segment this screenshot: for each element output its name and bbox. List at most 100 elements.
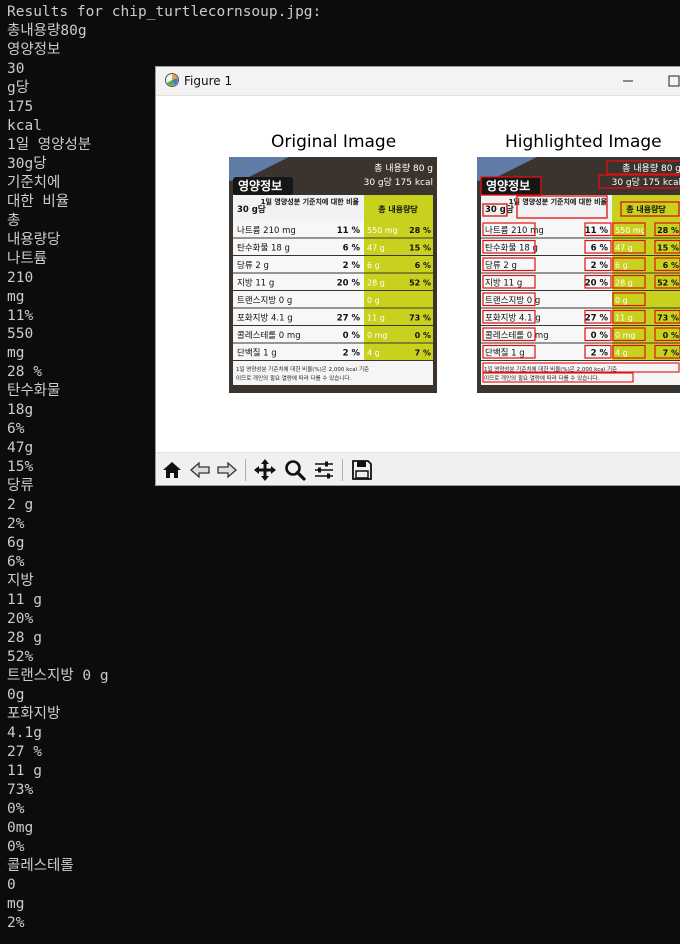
terminal-line: 6g [7, 535, 25, 552]
label-row-name: 탄수화물 18 g [485, 243, 538, 254]
terminal-line: 52% [7, 648, 34, 665]
label-row-total: 11 g [615, 314, 633, 323]
minimize-button[interactable] [608, 67, 648, 95]
label-row-name: 지방 11 g [485, 278, 522, 289]
zoom-icon[interactable] [282, 457, 308, 483]
label-row-tpct: 7 % [663, 349, 679, 358]
terminal-line: 총내용량80g [7, 22, 87, 39]
terminal-line: 내용량당 [7, 231, 61, 248]
terminal-line: Results for chip_turtlecornsoup.jpg: [7, 4, 322, 20]
save-icon[interactable] [349, 457, 375, 483]
label-col-daily: 1일 영양성분 기준치에 대한 비율 [509, 197, 608, 206]
label-row-total: 4 g [615, 349, 628, 358]
terminal-line: 47g [7, 440, 34, 457]
terminal-line: g당 [7, 79, 30, 96]
label-row-tpct: 0 % [663, 331, 679, 340]
terminal-line: 20% [7, 611, 34, 628]
subplot-title-highlighted: Highlighted Image [505, 132, 662, 152]
pan-icon[interactable] [252, 457, 278, 483]
terminal-line: 2% [7, 516, 25, 533]
label-total: 총 내용량 80 g [374, 162, 433, 174]
label-header: 영양정보 [238, 178, 282, 193]
label-row-pct: 20 % [585, 279, 609, 289]
terminal-line: 당류 [7, 478, 34, 495]
label-row-total: 6 g [367, 261, 380, 270]
label-row-pct: 11 % [337, 226, 361, 236]
terminal-line: 0% [7, 800, 25, 817]
toolbar-separator [342, 459, 343, 481]
configure-icon[interactable] [311, 457, 337, 483]
terminal-line: 15% [7, 459, 34, 476]
terminal-line: 30 [7, 60, 25, 77]
terminal-line: 28 g [7, 630, 42, 646]
terminal-line: 4.1g [7, 724, 42, 741]
terminal-line: 11% [7, 307, 34, 324]
original-image: 영양정보 총 내용량 80 g 30 g당 175 kcal 30 g당 1일 영양성분… [229, 157, 437, 393]
label-row-name: 단백질 1 g [485, 348, 525, 359]
label-row-name: 단백질 1 g [237, 348, 277, 359]
terminal-line: 대한 비율 [7, 193, 70, 210]
label-row-tpct: 52 % [657, 279, 679, 288]
label-header: 영양정보 [486, 178, 530, 193]
figure-canvas[interactable]: Original Image Highlighted Image 영양정보 총 내… [156, 96, 680, 452]
label-row-pct: 20 % [337, 279, 361, 289]
terminal-line: 6% [7, 421, 25, 438]
label-col-total: 총 내용량당 [378, 204, 418, 214]
label-row-pct: 2 % [591, 349, 609, 359]
label-row-pct: 0 % [591, 331, 609, 341]
terminal-line: mg [7, 895, 25, 912]
label-row-pct: 27 % [585, 314, 609, 324]
label-row-total: 11 g [367, 314, 385, 323]
terminal-line: 0g [7, 686, 25, 703]
label-footer-2: 이므로 개인의 필요 열량에 따라 다를 수 있습니다. [484, 374, 599, 382]
label-row-pct: 0 % [343, 331, 361, 341]
label-row-total: 0 g [615, 296, 628, 305]
back-icon[interactable] [187, 457, 213, 483]
label-row-pct: 2 % [343, 349, 361, 359]
label-row-name: 지방 11 g [237, 278, 274, 289]
label-row-tpct: 52 % [409, 279, 431, 288]
label-row-name: 탄수화물 18 g [237, 243, 290, 254]
terminal-line: 73% [7, 781, 34, 798]
terminal-line: 총 [7, 212, 21, 229]
label-footer-2: 이므로 개인의 필요 열량에 따라 다를 수 있습니다. [236, 374, 351, 382]
terminal-line: 0% [7, 838, 25, 855]
label-per: 30 g당 175 kcal [364, 177, 433, 188]
label-row-total: 0 g [367, 296, 380, 305]
label-row-total: 47 g [367, 244, 385, 253]
terminal-line: 탄수화물 [7, 383, 61, 400]
label-row-pct: 2 % [343, 261, 361, 271]
forward-icon[interactable] [214, 457, 240, 483]
label-total: 총 내용량 80 g [622, 162, 680, 174]
label-row-total: 4 g [367, 349, 380, 358]
label-per: 30 g당 175 kcal [612, 177, 680, 188]
label-row-total: 550 mg [615, 226, 646, 235]
terminal-line: 28 % [7, 364, 42, 381]
label-row-total: 6 g [615, 261, 628, 270]
label-row-tpct: 15 % [657, 244, 679, 253]
terminal-line: 30g당 [7, 155, 47, 172]
terminal-line: 11 g [7, 762, 42, 779]
terminal-line: 1일 영양성분 [7, 136, 92, 153]
label-row-total: 0 mg [615, 331, 636, 340]
label-row-total: 28 g [367, 279, 385, 288]
label-row-name: 포화지방 4.1 g [237, 313, 293, 324]
terminal-line: mg [7, 345, 25, 362]
terminal-line: 영양정보 [7, 41, 61, 58]
label-row-pct: 6 % [591, 244, 609, 254]
label-col-total: 총 내용량당 [626, 204, 666, 214]
terminal-line: 175 [7, 98, 34, 115]
label-col-daily: 1일 영양성분 기준치에 대한 비율 [261, 197, 360, 206]
label-row-name: 포화지방 4.1 g [485, 313, 541, 324]
label-row-name: 콜레스테롤 0 mg [485, 331, 549, 341]
terminal-line: 지방 [7, 573, 34, 590]
matplotlib-figure-window[interactable]: Figure 1 Original Image Highlighted Imag… [155, 66, 680, 486]
home-icon[interactable] [159, 457, 185, 483]
label-row-tpct: 73 % [657, 314, 679, 323]
maximize-button[interactable] [654, 67, 680, 95]
terminal-line: 콜레스테롤 [7, 857, 74, 874]
terminal-line: 2 g [7, 497, 34, 514]
label-row-tpct: 15 % [409, 244, 431, 253]
label-row-tpct: 0 % [415, 331, 431, 340]
window-titlebar[interactable]: Figure 1 [156, 67, 680, 96]
